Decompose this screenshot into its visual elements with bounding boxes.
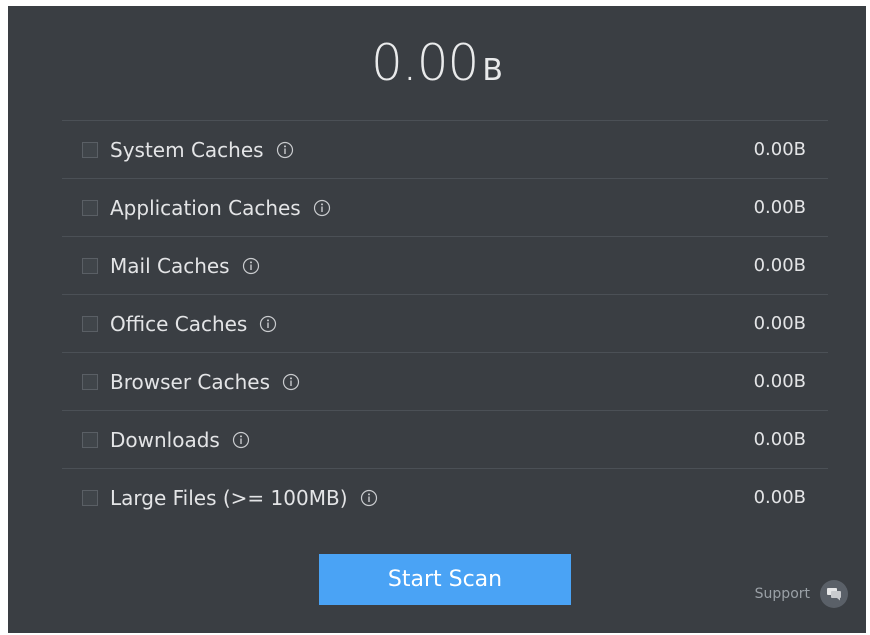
category-size: 0.00B bbox=[753, 313, 806, 334]
info-icon[interactable] bbox=[313, 199, 331, 217]
info-icon[interactable] bbox=[259, 315, 277, 333]
cache-category-list: System Caches 0.00B Application Caches 0… bbox=[62, 120, 828, 526]
category-row-downloads: Downloads 0.00B bbox=[62, 410, 828, 468]
browser-caches-checkbox[interactable] bbox=[82, 373, 98, 390]
category-size: 0.00B bbox=[753, 197, 806, 218]
support-label: Support bbox=[754, 586, 810, 602]
category-row-mail-caches: Mail Caches 0.00B bbox=[62, 236, 828, 294]
chat-bubble-icon bbox=[820, 580, 848, 608]
info-icon[interactable] bbox=[232, 431, 250, 449]
downloads-checkbox[interactable] bbox=[82, 431, 98, 448]
total-size-unit: B bbox=[482, 53, 503, 88]
application-caches-checkbox[interactable] bbox=[82, 199, 98, 216]
category-label: Application Caches bbox=[110, 195, 301, 220]
category-size: 0.00B bbox=[753, 255, 806, 276]
category-row-large-files: Large Files (>= 100MB) 0.00B bbox=[62, 468, 828, 526]
large-files-checkbox[interactable] bbox=[82, 489, 98, 506]
system-caches-checkbox[interactable] bbox=[82, 141, 98, 158]
cleaner-panel: 0.00 B System Caches 0.00B Application Ca… bbox=[8, 6, 866, 633]
category-label: System Caches bbox=[110, 137, 264, 162]
category-row-office-caches: Office Caches 0.00B bbox=[62, 294, 828, 352]
category-label: Downloads bbox=[110, 427, 220, 452]
category-label: Mail Caches bbox=[110, 253, 230, 278]
category-label: Large Files (>= 100MB) bbox=[110, 485, 348, 510]
info-icon[interactable] bbox=[360, 489, 378, 507]
category-size: 0.00B bbox=[753, 429, 806, 450]
support-link[interactable]: Support bbox=[755, 580, 848, 608]
total-size-display: 0.00 B bbox=[8, 34, 866, 92]
start-scan-button[interactable]: Start Scan bbox=[319, 554, 571, 605]
category-row-application-caches: Application Caches 0.00B bbox=[62, 178, 828, 236]
category-row-system-caches: System Caches 0.00B bbox=[62, 120, 828, 178]
category-label: Office Caches bbox=[110, 311, 248, 336]
category-size: 0.00B bbox=[753, 371, 806, 392]
mail-caches-checkbox[interactable] bbox=[82, 257, 98, 274]
category-row-browser-caches: Browser Caches 0.00B bbox=[62, 352, 828, 410]
office-caches-checkbox[interactable] bbox=[82, 315, 98, 332]
info-icon[interactable] bbox=[242, 257, 260, 275]
total-size-value: 0.00 bbox=[371, 34, 479, 92]
category-size: 0.00B bbox=[753, 139, 806, 160]
info-icon[interactable] bbox=[282, 373, 300, 391]
info-icon[interactable] bbox=[276, 141, 294, 159]
category-label: Browser Caches bbox=[110, 369, 271, 394]
category-size: 0.00B bbox=[753, 487, 806, 508]
